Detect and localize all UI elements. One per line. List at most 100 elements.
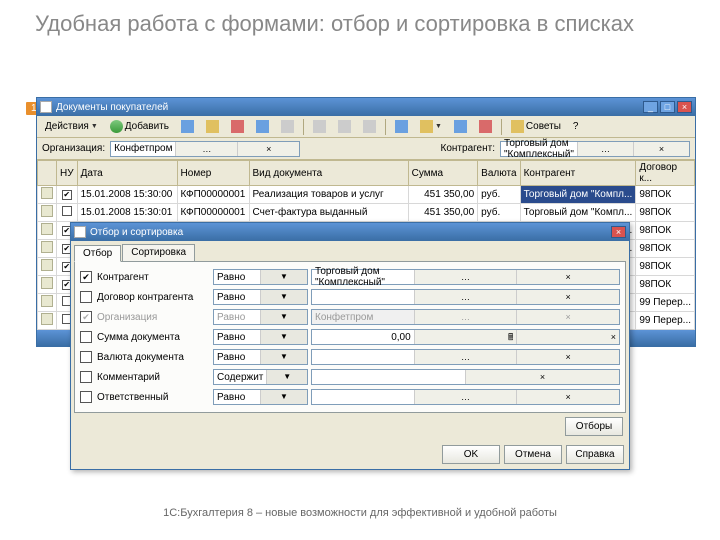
- value-field[interactable]: 0,00🖩×: [311, 329, 620, 345]
- toolbar-btn-9[interactable]: [390, 118, 413, 135]
- checkbox[interactable]: ✔: [80, 271, 92, 283]
- dialog-close-button[interactable]: ×: [611, 226, 626, 238]
- col-contractor[interactable]: Контрагент: [520, 161, 636, 186]
- filter-label: Комментарий: [95, 372, 210, 383]
- col-sum[interactable]: Сумма: [408, 161, 478, 186]
- checkbox[interactable]: [80, 391, 92, 403]
- add-button[interactable]: Добавить: [105, 118, 174, 135]
- toolbar-btn-5[interactable]: [276, 118, 299, 135]
- toolbar-btn-1[interactable]: [176, 118, 199, 135]
- value-field[interactable]: ×: [311, 369, 620, 385]
- toolbar-btn-2[interactable]: [201, 118, 224, 135]
- help-button[interactable]: Справка: [566, 445, 624, 464]
- dialog-icon: [74, 226, 86, 238]
- slide-title: Удобная работа с формами: отбор и сортир…: [0, 0, 720, 40]
- filter-bar: Организация: Конфетпром … × Контрагент: …: [37, 138, 695, 160]
- close-button[interactable]: ×: [677, 101, 692, 113]
- toolbar-btn-10[interactable]: ▼: [415, 118, 447, 135]
- checkbox[interactable]: [80, 371, 92, 383]
- col-date[interactable]: Дата: [77, 161, 177, 186]
- ellipsis-button[interactable]: …: [577, 142, 633, 156]
- toolbar-btn-6[interactable]: [308, 118, 331, 135]
- tips-icon: [511, 120, 524, 133]
- tab-body: ✔ Контрагент Равно▼ Торговый дом "Компле…: [74, 261, 626, 413]
- filter-icon: [313, 120, 326, 133]
- value-field[interactable]: …×: [311, 289, 620, 305]
- separator: [385, 119, 386, 135]
- tool-icon: [363, 120, 376, 133]
- contr-label: Контрагент:: [441, 143, 495, 154]
- org-field[interactable]: Конфетпром … ×: [110, 141, 300, 157]
- refresh-icon: [281, 120, 294, 133]
- tab-filter[interactable]: Отбор: [74, 245, 121, 262]
- filter-label: Ответственный: [95, 392, 210, 403]
- operator-combo[interactable]: Равно▼: [213, 289, 308, 305]
- clear-button[interactable]: ×: [633, 142, 689, 156]
- maximize-button[interactable]: □: [660, 101, 675, 113]
- plus-icon: [110, 120, 123, 133]
- org-label: Организация:: [42, 143, 105, 154]
- checkbox[interactable]: [80, 291, 92, 303]
- dialog-buttons: OK Отмена Справка: [71, 440, 629, 469]
- operator-combo[interactable]: Содержит▼: [213, 369, 308, 385]
- filter-label: Сумма документа: [95, 332, 210, 343]
- table-row[interactable]: 15.01.2008 15:30:01КФП00000001Счет-факту…: [38, 204, 695, 222]
- slide-footer: 1С:Бухгалтерия 8 – новые возможности для…: [0, 506, 720, 520]
- checkbox[interactable]: ✔: [80, 311, 92, 323]
- toolbar-btn-3[interactable]: [226, 118, 249, 135]
- col-kind[interactable]: Вид документа: [249, 161, 408, 186]
- row-icon: [41, 295, 53, 307]
- nu-check: [62, 206, 72, 216]
- toolbar-btn-12[interactable]: [474, 118, 497, 135]
- app-icon: [40, 101, 52, 113]
- dialog-tabs: Отбор Сортировка: [71, 241, 629, 261]
- clear-button[interactable]: ×: [237, 142, 299, 156]
- ok-button[interactable]: OK: [442, 445, 500, 464]
- table-row[interactable]: ✔ 15.01.2008 15:30:00КФП00000001Реализац…: [38, 186, 695, 204]
- tab-sort[interactable]: Сортировка: [122, 244, 195, 261]
- operator-combo[interactable]: Равно▼: [213, 349, 308, 365]
- tool2-icon: [454, 120, 467, 133]
- filter-label: Контрагент: [95, 272, 210, 283]
- row-icon: [41, 313, 53, 325]
- help-button[interactable]: ?: [568, 118, 584, 135]
- operator-combo[interactable]: Равно▼: [213, 389, 308, 405]
- toolbar-btn-4[interactable]: [251, 118, 274, 135]
- report-icon: [395, 120, 408, 133]
- filter-label: Валюта документа: [95, 352, 210, 363]
- checkbox[interactable]: [80, 351, 92, 363]
- value-field[interactable]: Торговый дом "Комплексный"…×: [311, 269, 620, 285]
- col-currency[interactable]: Валюта: [478, 161, 520, 186]
- col-nu[interactable]: НУ: [57, 161, 78, 186]
- toolbar-btn-7[interactable]: [333, 118, 356, 135]
- filter-label: Организация: [95, 312, 210, 323]
- tips-button[interactable]: Советы: [506, 118, 566, 135]
- toolbar-btn-11[interactable]: [449, 118, 472, 135]
- row-icon: [41, 187, 53, 199]
- col-contract[interactable]: Договор к...: [636, 161, 695, 186]
- toolbar-btn-8[interactable]: [358, 118, 381, 135]
- copy-icon: [181, 120, 194, 133]
- actions-menu[interactable]: Действия▼: [40, 118, 103, 135]
- separator: [501, 119, 502, 135]
- filters-button[interactable]: Отборы: [565, 417, 623, 436]
- operator-combo[interactable]: Равно▼: [213, 329, 308, 345]
- cancel-button[interactable]: Отмена: [504, 445, 562, 464]
- col-number[interactable]: Номер: [177, 161, 249, 186]
- contr-field[interactable]: Торговый дом "Комплексный" … ×: [500, 141, 690, 157]
- filter-label: Договор контрагента: [95, 292, 210, 303]
- info-icon: [420, 120, 433, 133]
- titlebar: Документы покупателей _ □ ×: [37, 98, 695, 116]
- value-field[interactable]: …×: [311, 349, 620, 365]
- operator-combo[interactable]: Равно▼: [213, 309, 308, 325]
- toolbar: Действия▼ Добавить ▼ Советы ?: [37, 116, 695, 138]
- ellipsis-button[interactable]: …: [175, 142, 237, 156]
- checkbox[interactable]: [80, 331, 92, 343]
- row-icon: [41, 259, 53, 271]
- value-field[interactable]: …×: [311, 389, 620, 405]
- dialog-title: Отбор и сортировка: [90, 227, 609, 238]
- col-icon[interactable]: [38, 161, 57, 186]
- operator-combo[interactable]: Равно▼: [213, 269, 308, 285]
- minimize-button[interactable]: _: [643, 101, 658, 113]
- row-icon: [41, 205, 53, 217]
